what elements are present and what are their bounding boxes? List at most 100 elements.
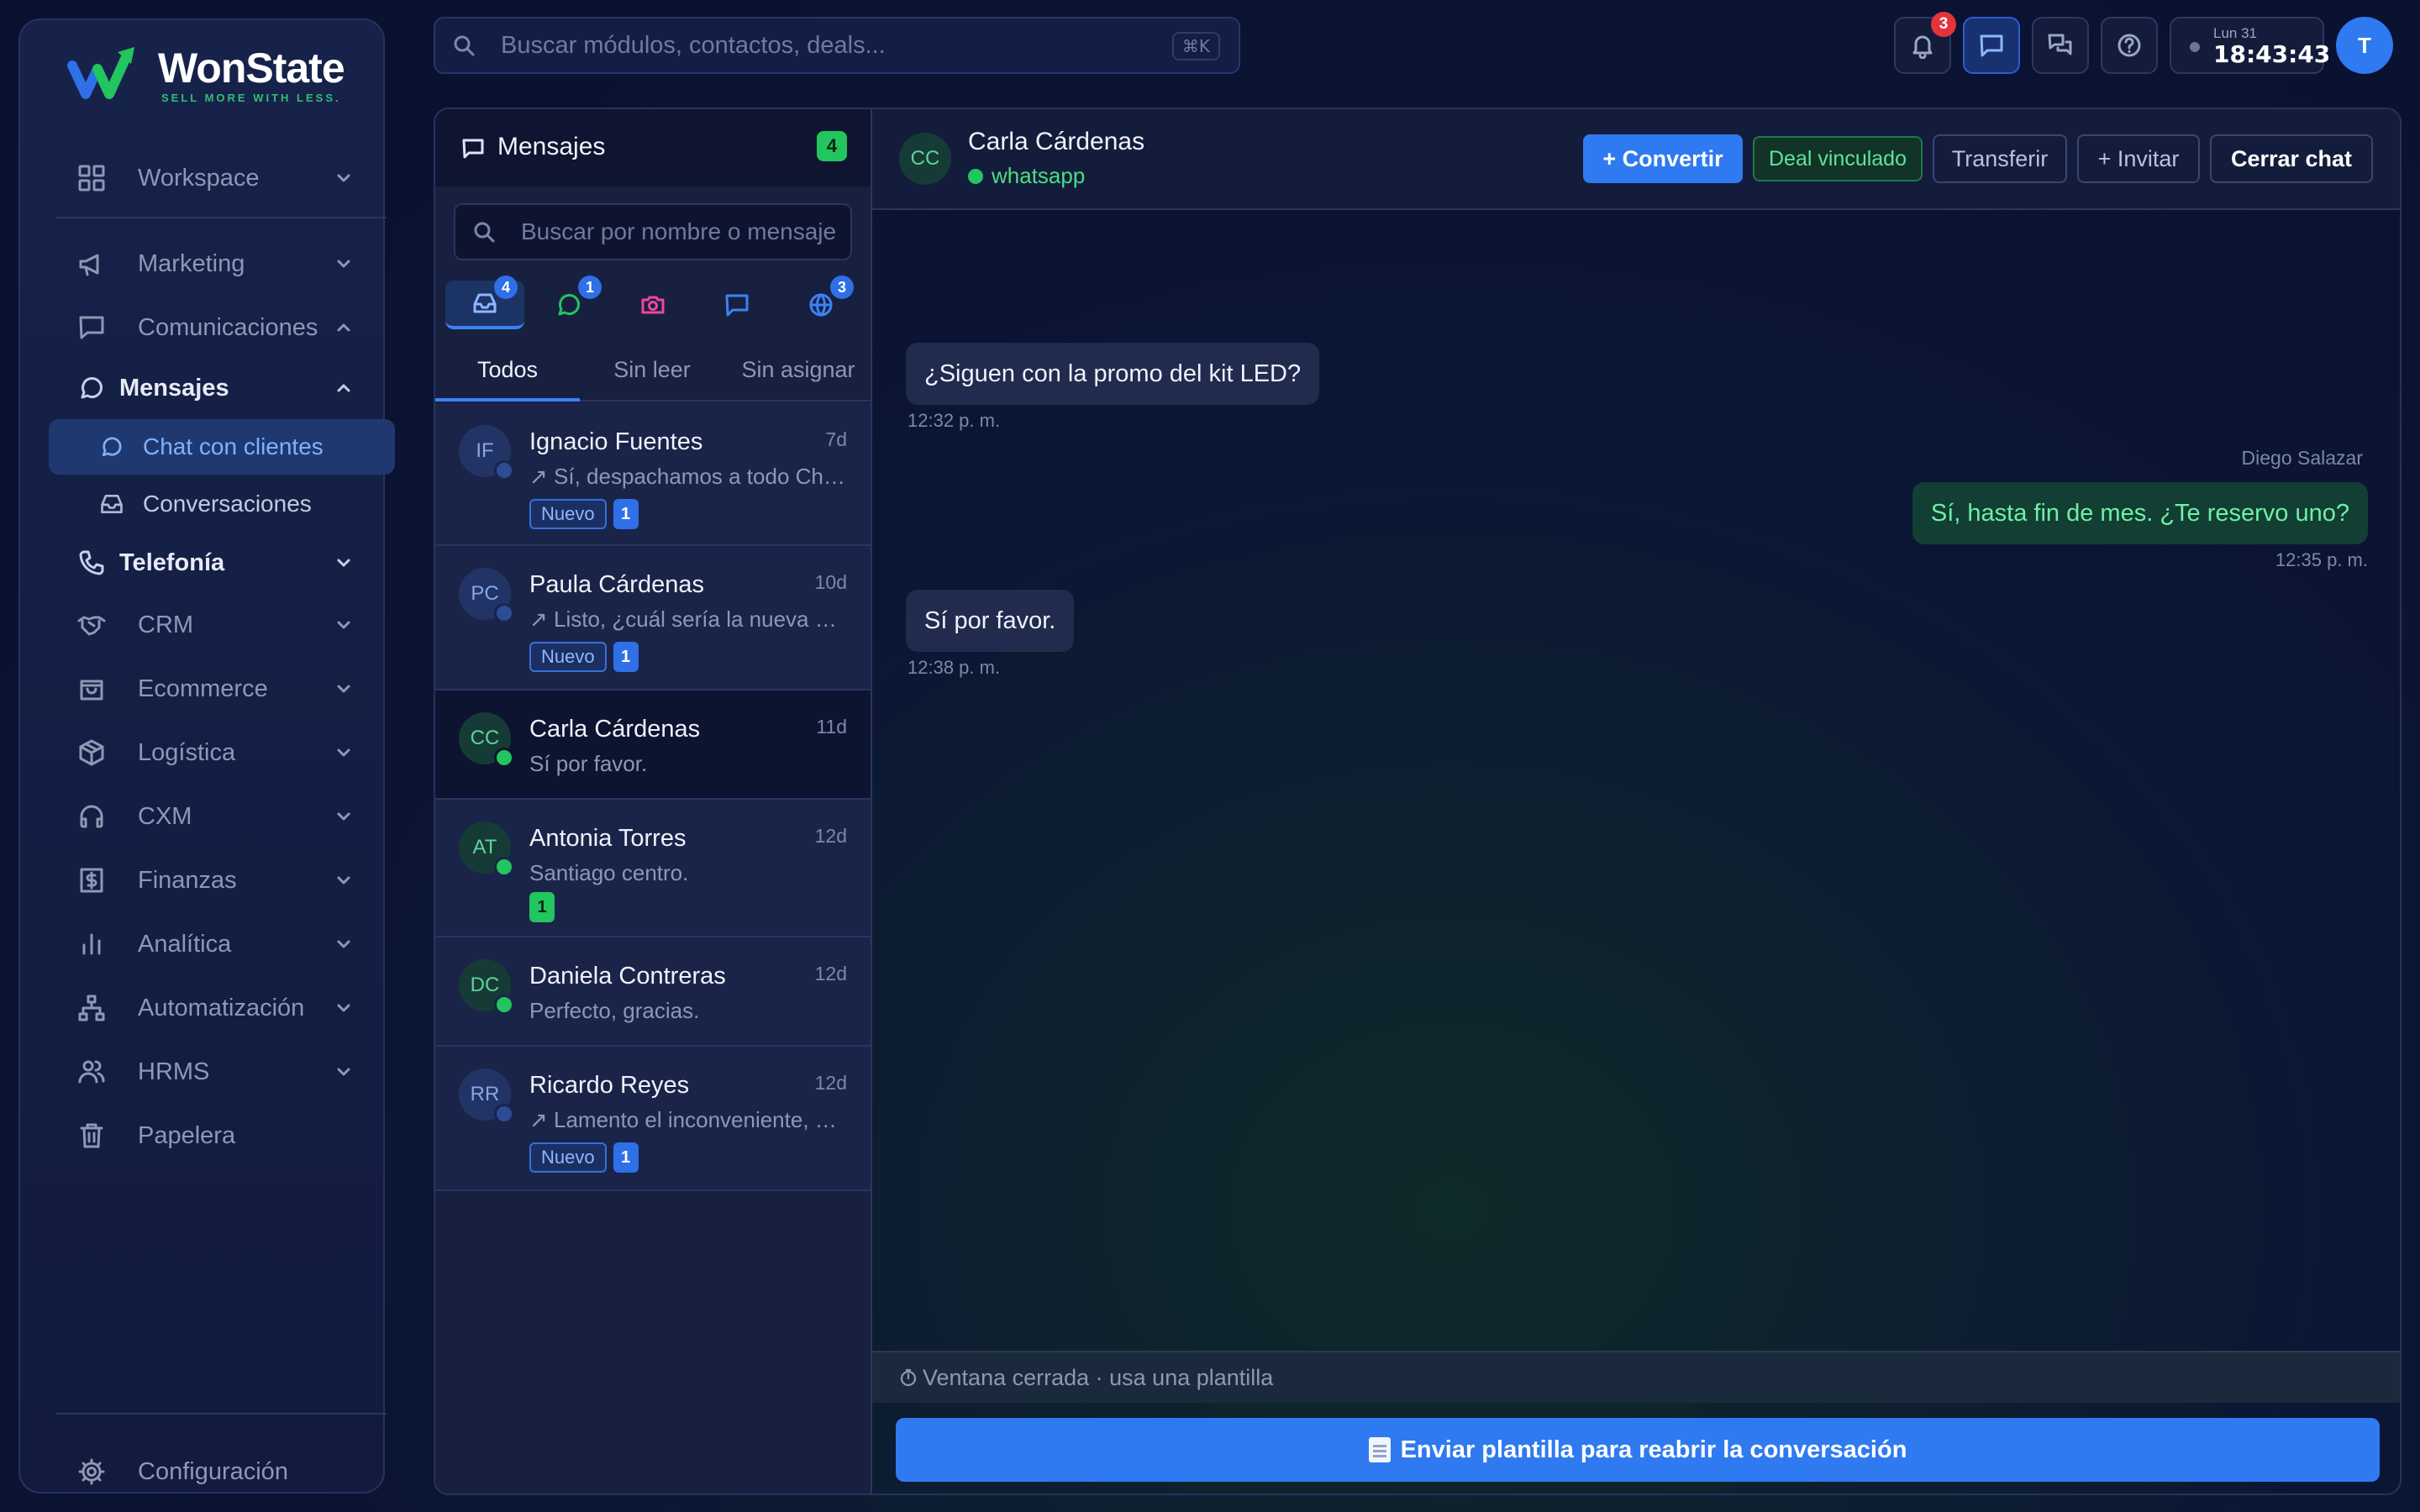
sidebar-item-automatizacion[interactable]: Automatización (50, 983, 383, 1033)
channel-filter-instagram[interactable] (613, 281, 692, 329)
channel-filter-messenger[interactable] (697, 281, 776, 329)
globe-icon (809, 293, 833, 317)
conversation-age: 12d (814, 1072, 847, 1094)
channel-badge: 3 (830, 276, 854, 299)
tab-todos[interactable]: Todos (435, 338, 580, 402)
deal-linked-badge[interactable]: Deal vinculado (1753, 136, 1923, 181)
sidebar-item-conversaciones[interactable]: Conversaciones (49, 476, 395, 532)
tab-sin-leer[interactable]: Sin leer (580, 338, 724, 402)
conversation-row[interactable]: AT Antonia Torres 12d Santiago centro. 1 (435, 800, 871, 937)
messages-panel: Mensajes 4 Buscar por nombre o mensaje 4… (434, 108, 2402, 1495)
sidebar-item-label: Automatización (138, 994, 305, 1021)
bar-chart-icon (82, 933, 101, 955)
search-icon (454, 35, 475, 56)
sidebar-item-cxm[interactable]: CXM (50, 791, 383, 842)
whatsapp-status-dot (494, 995, 514, 1015)
channel-filter-whatsapp[interactable]: 1 (529, 276, 608, 329)
sidebar-item-label: Marketing (138, 249, 245, 277)
conversation-search-input[interactable]: Buscar por nombre o mensaje (454, 203, 852, 260)
unread-count-badge: 1 (529, 892, 555, 922)
channel-filter-inbox[interactable]: 4 (445, 276, 524, 329)
trash-icon (80, 1123, 103, 1148)
global-search-placeholder: Buscar módulos, contactos, deals... (501, 31, 886, 59)
conversation-preview: Sí por favor. (529, 751, 648, 776)
sidebar-item-telefonia[interactable]: Telefonía (50, 538, 383, 588)
search-icon (474, 222, 495, 243)
conversation-row-selected[interactable]: CC Carla Cárdenas 11d Sí por favor. (435, 690, 871, 800)
sidebar-item-label: Comunicaciones (138, 313, 318, 341)
unread-total-badge: 4 (817, 131, 847, 161)
team-chat-button[interactable] (2032, 17, 2089, 74)
conversation-age: 10d (814, 571, 847, 593)
conversation-age: 11d (816, 716, 847, 738)
contact-avatar: CC (459, 712, 514, 768)
brand-tagline: SELL MORE WITH LESS. (161, 91, 341, 104)
conversation-row[interactable]: RR Ricardo Reyes 12d ↗ Lamento el inconv… (435, 1047, 871, 1191)
sidebar-item-finanzas[interactable]: Finanzas (50, 855, 383, 906)
sidebar-item-crm[interactable]: CRM (50, 600, 383, 650)
conversation-row[interactable]: DC Daniela Contreras 12d Perfecto, graci… (435, 937, 871, 1047)
message-square-icon (462, 139, 484, 159)
contact-name: Carla Cárdenas (529, 716, 701, 743)
sidebar-item-logistica[interactable]: Logística (50, 727, 383, 778)
conversation-list-header: Mensajes 4 (435, 109, 871, 186)
sidebar-item-label: Finanzas (138, 866, 237, 894)
sidebar-item-mensajes[interactable]: Mensajes (50, 363, 383, 413)
global-search-input[interactable]: Buscar módulos, contactos, deals... ⌘K (434, 17, 1240, 74)
message-bubble-outgoing: Sí, hasta fin de mes. ¿Te reservo uno? (1912, 482, 2368, 544)
sidebar-item-chat-con-clientes[interactable]: Chat con clientes (49, 419, 395, 475)
shopping-bag-icon (80, 680, 103, 701)
clock-status-dot (2190, 42, 2200, 52)
message-thread: ¿Siguen con la promo del kit LED? 12:32 … (872, 212, 2400, 1455)
tab-sin-asignar[interactable]: Sin asignar (724, 338, 872, 402)
message-circle-icon (102, 437, 122, 457)
sidebar-item-configuracion[interactable]: Configuración (50, 1446, 383, 1497)
message-square-icon (725, 294, 749, 317)
convert-button[interactable]: + Convertir (1583, 134, 1743, 183)
conversation-age: 7d (825, 428, 847, 450)
camera-icon (641, 296, 665, 314)
help-button[interactable] (2101, 17, 2158, 74)
conversation-search-placeholder: Buscar por nombre o mensaje (521, 218, 837, 244)
conversation-preview: ↗ Lamento el inconveniente, ¿revisamos t… (529, 1107, 849, 1132)
message-circle-icon (81, 377, 103, 399)
contact-name: Ignacio Fuentes (529, 428, 703, 455)
unread-count-badge: 1 (613, 499, 639, 529)
sidebar-item-label: Chat con clientes (143, 433, 324, 459)
sidebar-item-papelera[interactable]: Papelera (50, 1110, 383, 1161)
message-time: 12:32 p. m. (908, 410, 1001, 431)
send-template-button[interactable]: Enviar plantilla para reabrir la convers… (896, 1418, 2380, 1482)
sidebar-item-label: Logística (138, 738, 236, 766)
sidebar-item-label: Telefonía (119, 549, 225, 576)
transfer-button[interactable]: Transferir (1933, 134, 2067, 183)
clock-day: Lun 31 (2213, 25, 2257, 41)
messages-button[interactable] (1963, 17, 2020, 74)
sidebar-item-comunicaciones[interactable]: Comunicaciones (50, 302, 383, 353)
sidebar-item-analitica[interactable]: Analítica (50, 919, 383, 969)
gear-icon (78, 1458, 105, 1485)
contact-avatar: CC (899, 133, 951, 185)
chat-area: CC Carla Cárdenas whatsapp + Convertir D… (872, 109, 2400, 1494)
conversation-row[interactable]: PC Paula Cárdenas 10d ↗ Listo, ¿cuál ser… (435, 546, 871, 690)
globe-icon (494, 1104, 514, 1124)
conversation-row[interactable]: IF Ignacio Fuentes 7d ↗ Sí, despachamos … (435, 403, 871, 546)
sidebar-item-ecommerce[interactable]: Ecommerce (50, 664, 383, 714)
bell-icon (1912, 35, 1933, 59)
sidebar-settings-label: Configuración (138, 1457, 288, 1485)
contact-name: Ricardo Reyes (529, 1072, 690, 1099)
sidebar-item-label: Mensajes (119, 374, 229, 402)
user-avatar[interactable]: T (2336, 17, 2393, 74)
globe-icon (494, 460, 514, 480)
notifications-button[interactable]: 3 (1894, 12, 1956, 74)
whatsapp-status-dot (494, 748, 514, 768)
inbox-icon (101, 494, 123, 514)
sidebar-item-marketing[interactable]: Marketing (50, 239, 383, 289)
channel-filter-web[interactable]: 3 (781, 276, 860, 329)
invite-button[interactable]: + Invitar (2077, 134, 2200, 183)
brand-logo[interactable]: WonState SELL MORE WITH LESS. (67, 40, 345, 108)
sidebar-item-workspace[interactable]: Workspace (50, 153, 383, 203)
close-chat-button[interactable]: Cerrar chat (2210, 134, 2373, 183)
globe-icon (494, 603, 514, 623)
dollar-icon (80, 868, 103, 893)
sidebar-item-hrms[interactable]: HRMS (50, 1047, 383, 1097)
